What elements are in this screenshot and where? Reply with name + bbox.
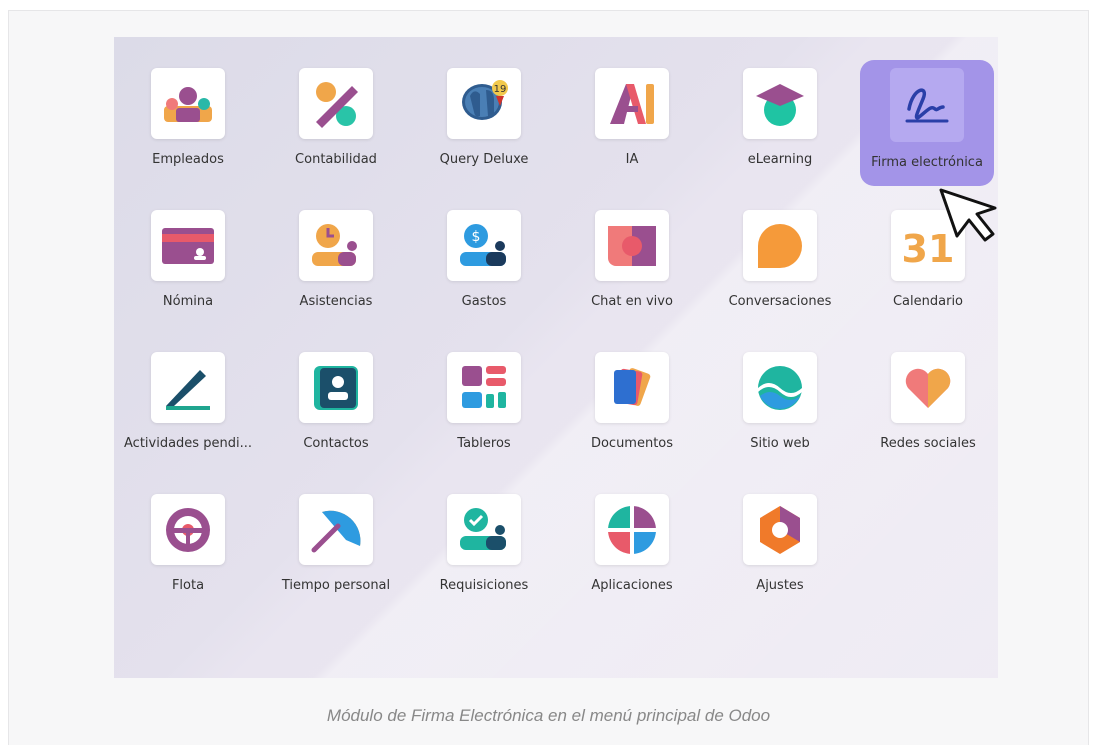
app-label: Query Deluxe (439, 152, 529, 167)
app-label: Firma electrónica (871, 155, 983, 170)
time-off-icon (299, 494, 373, 565)
payroll-icon (151, 210, 225, 281)
app-label: Asistencias (299, 294, 373, 309)
expenses-icon: $ (447, 210, 521, 281)
mouse-pointer-icon (939, 188, 997, 242)
app-label: Tableros (457, 436, 511, 451)
app-accounting[interactable]: Contabilidad (266, 37, 406, 167)
app-apps[interactable]: Aplicaciones (562, 463, 702, 593)
ai-icon (595, 68, 669, 139)
app-label: Calendario (892, 294, 964, 309)
fleet-icon (151, 494, 225, 565)
app-label: Contabilidad (295, 152, 377, 167)
app-query-deluxe[interactable]: 19 Query Deluxe (414, 37, 554, 167)
signature-icon (890, 68, 964, 142)
employees-icon (151, 68, 225, 139)
app-label: Conversaciones (728, 294, 832, 309)
social-icon (891, 352, 965, 423)
contacts-icon (299, 352, 373, 423)
app-elearning[interactable]: eLearning (710, 37, 850, 167)
app-label: Documentos (590, 436, 674, 451)
app-discuss[interactable]: Conversaciones (710, 179, 850, 309)
app-expenses[interactable]: $ Gastos (414, 179, 554, 309)
app-settings[interactable]: Ajustes (710, 463, 850, 593)
app-label: Requisiciones (439, 578, 529, 593)
apps-icon (595, 494, 669, 565)
app-social[interactable]: Redes sociales (858, 321, 998, 451)
app-label: Flota (171, 578, 205, 593)
app-attendance[interactable]: Asistencias (266, 179, 406, 309)
app-label: Chat en vivo (591, 294, 673, 309)
app-live-chat[interactable]: Chat en vivo (562, 179, 702, 309)
documents-icon (595, 352, 669, 423)
app-label: eLearning (747, 152, 813, 167)
version-badge: 19 (494, 84, 507, 95)
app-label: Aplicaciones (591, 578, 673, 593)
app-label: Contactos (303, 436, 369, 451)
app-label: Nómina (162, 294, 214, 309)
website-icon (743, 352, 817, 423)
app-time-off[interactable]: Tiempo personal (266, 463, 406, 593)
live-chat-icon (595, 210, 669, 281)
app-requisitions[interactable]: Requisiciones (414, 463, 554, 593)
app-label: Tiempo personal (281, 578, 391, 593)
odoo-home-menu: Empleados Contabilidad 19 Query Deluxe I… (114, 37, 998, 678)
settings-icon (743, 494, 817, 565)
app-dashboards[interactable]: Tableros (414, 321, 554, 451)
accounting-icon (299, 68, 373, 139)
app-label: Actividades pendi... (124, 436, 252, 451)
attendance-icon (299, 210, 373, 281)
app-label: Empleados (152, 152, 224, 167)
activities-icon (151, 352, 225, 423)
app-label: Redes sociales (880, 436, 976, 451)
app-activities[interactable]: Actividades pendi... (118, 321, 258, 451)
svg-text:$: $ (472, 229, 481, 245)
app-documents[interactable]: Documentos (562, 321, 702, 451)
app-ai[interactable]: IA (562, 37, 702, 167)
discuss-icon (743, 210, 817, 281)
dashboards-icon (447, 352, 521, 423)
query-deluxe-icon: 19 (447, 68, 521, 139)
app-label: Gastos (461, 294, 507, 309)
app-website[interactable]: Sitio web (710, 321, 850, 451)
app-label: Ajustes (756, 578, 804, 593)
figure-caption: Módulo de Firma Electrónica en el menú p… (326, 706, 771, 725)
app-contacts[interactable]: Contactos (266, 321, 406, 451)
app-fleet[interactable]: Flota (118, 463, 258, 593)
requisitions-icon (447, 494, 521, 565)
app-employees[interactable]: Empleados (118, 37, 258, 167)
app-sign[interactable]: Firma electrónica (860, 60, 994, 186)
app-payroll[interactable]: Nómina (118, 179, 258, 309)
app-label: IA (625, 152, 639, 167)
elearning-icon (743, 68, 817, 139)
app-label: Sitio web (750, 436, 810, 451)
